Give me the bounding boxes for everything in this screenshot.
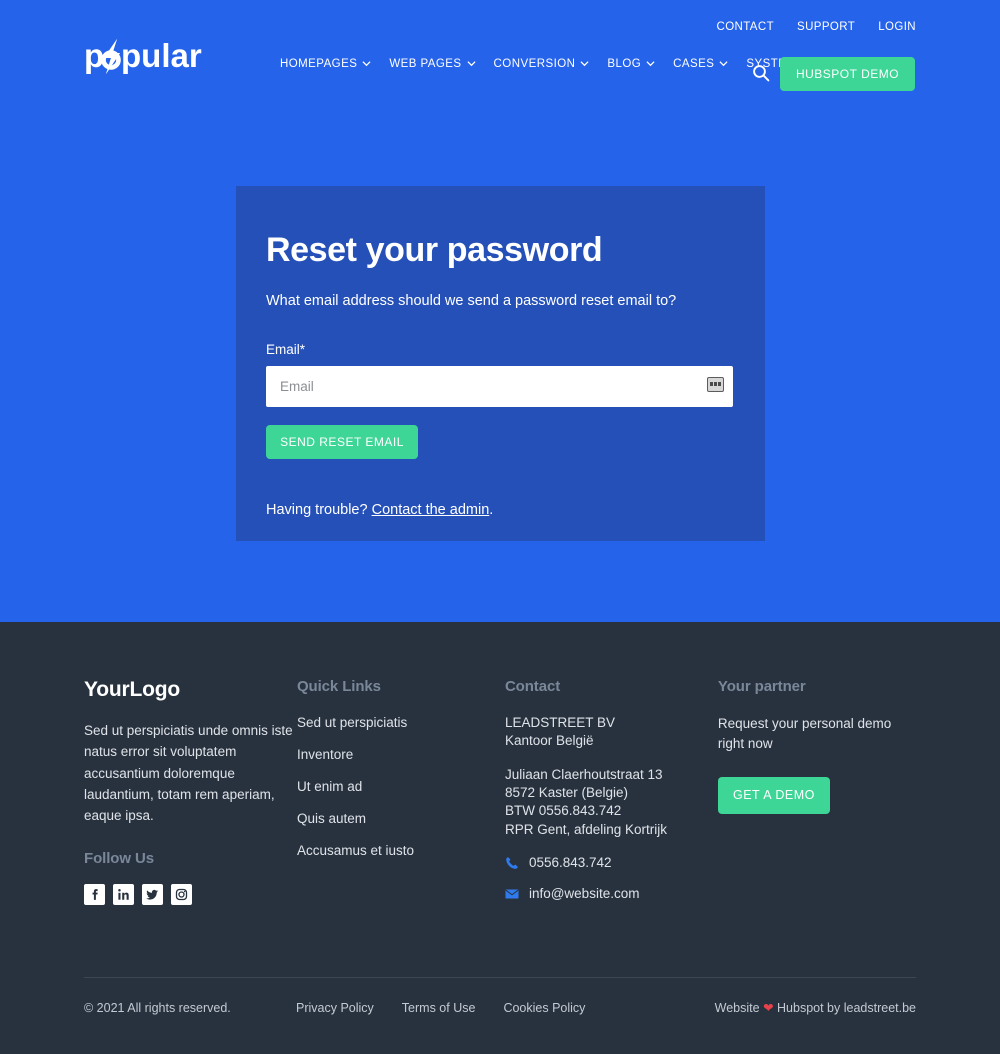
twitter-icon: [146, 888, 159, 901]
send-reset-email-button[interactable]: SEND RESET EMAIL: [266, 424, 418, 459]
social-link-linkedin[interactable]: [113, 884, 134, 905]
legal-link-terms[interactable]: Terms of Use: [402, 1001, 476, 1015]
email-field-wrapper: [266, 365, 733, 407]
social-link-twitter[interactable]: [142, 884, 163, 905]
autofill-icon[interactable]: [707, 376, 724, 392]
nav-item-web-pages[interactable]: WEB PAGES: [389, 58, 476, 70]
site-logo[interactable]: p pular: [84, 36, 208, 76]
contact-email-row[interactable]: info@website.com: [505, 886, 718, 901]
nav-label: BLOG: [607, 58, 642, 70]
contact-email-value: info@website.com: [528, 886, 640, 902]
trouble-suffix: .: [489, 501, 494, 518]
legal-links: Privacy Policy Terms of Use Cookies Poli…: [296, 1001, 585, 1015]
list-item: Inventore: [297, 746, 505, 764]
nav-item-cases[interactable]: CASES: [673, 58, 728, 70]
company-line-1: LEADSTREET BV: [504, 715, 615, 730]
chevron-down-icon: [362, 59, 371, 68]
footer-quick-links-column: Quick Links Sed ut perspiciatis Inventor…: [297, 678, 505, 901]
quick-links-list: Sed ut perspiciatis Inventore Ut enim ad…: [297, 714, 505, 860]
social-icon-list: [84, 884, 192, 905]
trouble-prefix: Having trouble?: [266, 501, 372, 518]
page-title: Reset your password: [266, 231, 603, 269]
footer-logo: YourLogo: [84, 678, 180, 701]
nav-label: CASES: [673, 58, 715, 70]
nav-label: CONVERSION: [493, 58, 576, 70]
nav-item-homepages[interactable]: HOMEPAGES: [280, 58, 371, 70]
credit-prefix: Website: [714, 1001, 764, 1015]
partner-text: Request your personal demo right now: [717, 716, 892, 752]
card-subtitle: What email address should we send a pass…: [266, 293, 677, 310]
footer-bottom-bar: © 2021 All rights reserved. Privacy Poli…: [84, 1000, 916, 1016]
address-line-2: 8572 Kaster (Belgie): [504, 785, 629, 801]
utility-link-contact[interactable]: CONTACT: [716, 21, 774, 33]
footer-divider: [84, 977, 916, 978]
quick-link-3[interactable]: Quis autem: [297, 811, 366, 826]
quick-link-0[interactable]: Sed ut perspiciatis: [297, 715, 407, 730]
linkedin-icon: [117, 888, 130, 901]
get-a-demo-button[interactable]: GET A DEMO: [717, 776, 830, 814]
quick-link-2[interactable]: Ut enim ad: [297, 779, 362, 794]
quick-link-1[interactable]: Inventore: [297, 747, 353, 762]
svg-text:pular: pular: [121, 37, 202, 74]
legal-link-privacy[interactable]: Privacy Policy: [296, 1001, 374, 1015]
email-input[interactable]: [266, 365, 733, 407]
contact-phone-value: 0556.843.742: [528, 855, 612, 871]
social-link-instagram[interactable]: [171, 884, 192, 905]
chevron-down-icon: [467, 59, 476, 68]
utility-link-login[interactable]: LOGIN: [878, 21, 916, 33]
envelope-icon: [505, 887, 519, 901]
nav-item-blog[interactable]: BLOG: [607, 58, 655, 70]
follow-us-heading: Follow Us: [84, 850, 154, 867]
search-icon[interactable]: [752, 64, 770, 82]
address-line-1: Juliaan Claerhoutstraat 13: [504, 766, 663, 782]
heart-icon: ❤: [763, 1001, 774, 1015]
address-line-3: BTW 0556.843.742: [504, 803, 622, 819]
partner-heading: Your partner: [717, 678, 806, 695]
phone-icon: [505, 856, 519, 870]
company-line-2: Kantoor België: [504, 733, 594, 749]
chevron-down-icon: [580, 59, 589, 68]
site-footer: YourLogo Sed ut perspiciatis unde omnis …: [0, 622, 1000, 1054]
contact-admin-link[interactable]: Contact the admin: [372, 502, 490, 518]
hubspot-demo-button[interactable]: HUBSPOT DEMO: [780, 57, 915, 91]
site-credit: Website ❤ Hubspot by leadstreet.be: [715, 1000, 916, 1015]
address-line-4: RPR Gent, afdeling Kortrijk: [504, 821, 668, 837]
list-item: Sed ut perspiciatis: [297, 714, 505, 732]
nav-item-conversion[interactable]: CONVERSION: [494, 58, 590, 70]
hero-section: CONTACT SUPPORT LOGIN p pular HOMEPAGES …: [0, 0, 1000, 622]
footer-brand-description: Sed ut perspiciatis unde omnis iste natu…: [84, 723, 293, 824]
utility-nav: CONTACT SUPPORT LOGIN: [716, 21, 916, 33]
facebook-icon: [88, 888, 101, 901]
footer-partner-column: Your partner Request your personal demo …: [717, 678, 916, 901]
social-link-facebook[interactable]: [84, 884, 105, 905]
email-field-label: Email*: [266, 341, 306, 357]
chevron-down-icon: [646, 59, 655, 68]
credit-suffix: Hubspot by leadstreet.be: [773, 1001, 916, 1015]
follow-us-section: Follow Us: [84, 850, 192, 905]
contact-heading: Contact: [504, 678, 561, 695]
nav-label: WEB PAGES: [389, 58, 462, 70]
svg-text:p: p: [84, 37, 104, 74]
chevron-down-icon: [719, 59, 728, 68]
utility-link-support[interactable]: SUPPORT: [797, 21, 855, 33]
nav-label: HOMEPAGES: [280, 58, 358, 70]
footer-contact-column: Contact LEADSTREET BV Kantoor België Jul…: [505, 678, 718, 901]
copyright-text: © 2021 All rights reserved.: [84, 1000, 231, 1015]
list-item: Quis autem: [297, 810, 505, 828]
main-navigation: HOMEPAGES WEB PAGES CONVERSION BLOG CASE…: [280, 58, 828, 70]
contact-details: LEADSTREET BV Kantoor België Juliaan Cla…: [505, 714, 718, 839]
contact-phone-row[interactable]: 0556.843.742: [505, 855, 718, 870]
reset-password-card: Reset your password What email address s…: [236, 186, 765, 541]
page-root: CONTACT SUPPORT LOGIN p pular HOMEPAGES …: [0, 0, 1000, 1054]
list-item: Accusamus et iusto: [297, 842, 505, 860]
quick-links-heading: Quick Links: [296, 678, 381, 695]
legal-link-cookies[interactable]: Cookies Policy: [503, 1001, 585, 1015]
list-item: Ut enim ad: [297, 778, 505, 796]
quick-link-4[interactable]: Accusamus et iusto: [297, 843, 414, 858]
trouble-text: Having trouble? Contact the admin.: [266, 502, 735, 518]
instagram-icon: [175, 888, 188, 901]
